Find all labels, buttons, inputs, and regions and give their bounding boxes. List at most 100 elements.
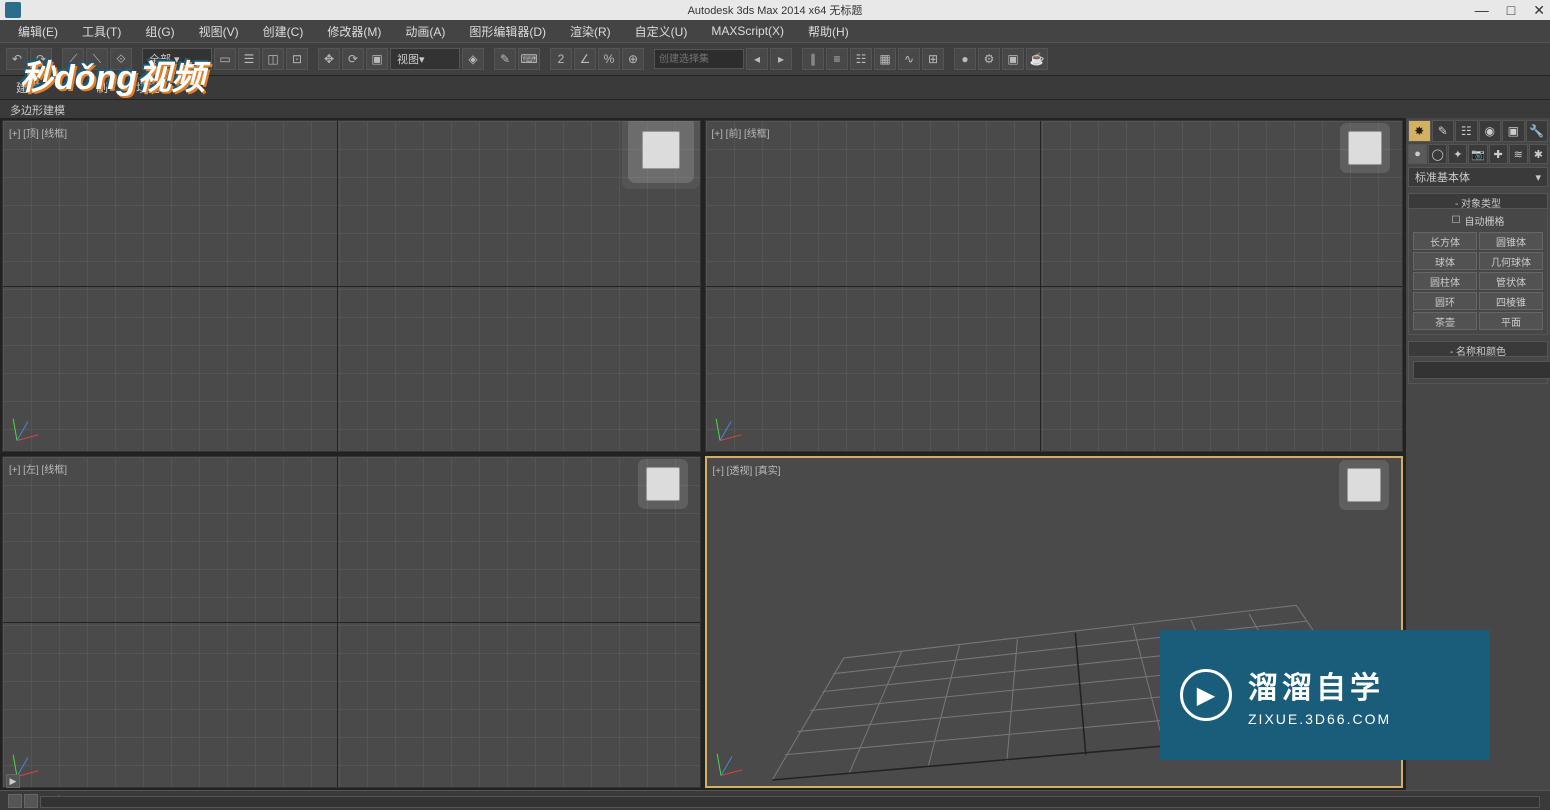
object-name-input[interactable] bbox=[1413, 361, 1550, 379]
menu-graph-editors[interactable]: 图形编辑器(D) bbox=[459, 21, 556, 42]
selset-next-button[interactable]: ▸ bbox=[770, 48, 792, 70]
menu-create[interactable]: 创建(C) bbox=[253, 21, 314, 42]
cameras-category[interactable]: 📷 bbox=[1468, 144, 1487, 164]
watermark-2-subtitle: ZIXUE.3D66.COM bbox=[1248, 711, 1391, 727]
rotate-button[interactable]: ⟳ bbox=[342, 48, 364, 70]
axis-tripod-icon bbox=[720, 411, 750, 441]
systems-category[interactable]: ✱ bbox=[1529, 144, 1548, 164]
render-setup-button[interactable]: ⚙ bbox=[978, 48, 1000, 70]
refcoord-dropdown[interactable]: 视图 ▾ bbox=[390, 48, 460, 70]
plane-button[interactable]: 平面 bbox=[1479, 312, 1543, 330]
app-logo-icon bbox=[5, 2, 21, 18]
menu-edit[interactable]: 编辑(E) bbox=[8, 21, 68, 42]
snaps-percent-button[interactable]: % bbox=[598, 48, 620, 70]
minimize-button[interactable]: — bbox=[1475, 2, 1489, 19]
viewport-front[interactable]: [+] [前] [线框] bbox=[705, 120, 1404, 452]
menu-animation[interactable]: 动画(A) bbox=[395, 21, 455, 42]
pyramid-button[interactable]: 四棱锥 bbox=[1479, 292, 1543, 310]
grid-icon bbox=[706, 121, 1403, 451]
select-region-button[interactable]: ◫ bbox=[262, 48, 284, 70]
mirror-button[interactable]: ∥ bbox=[802, 48, 824, 70]
grid-icon bbox=[3, 457, 700, 787]
ribbon-toggle-button[interactable]: ▦ bbox=[874, 48, 896, 70]
spacewarps-category[interactable]: ≋ bbox=[1509, 144, 1528, 164]
modify-tab[interactable]: ✎ bbox=[1432, 120, 1455, 142]
status-bar: 0 / 100 bbox=[0, 790, 1550, 810]
spinner-snap-button[interactable]: ⊕ bbox=[622, 48, 644, 70]
subcategory-dropdown[interactable]: 标准基本体▾ bbox=[1408, 167, 1548, 187]
viewport-front-label[interactable]: [+] [前] [线框] bbox=[712, 125, 770, 140]
maximize-button[interactable]: □ bbox=[1507, 2, 1515, 19]
menu-tools[interactable]: 工具(T) bbox=[72, 21, 131, 42]
menu-modifiers[interactable]: 修改器(M) bbox=[317, 21, 391, 42]
window-crossing-button[interactable]: ⊡ bbox=[286, 48, 308, 70]
geosphere-button[interactable]: 几何球体 bbox=[1479, 252, 1543, 270]
selset-prev-button[interactable]: ◂ bbox=[746, 48, 768, 70]
snaps-2d-button[interactable]: 2 bbox=[550, 48, 572, 70]
viewcube-icon[interactable] bbox=[642, 131, 680, 169]
timeline-config-icon[interactable] bbox=[8, 794, 22, 808]
display-tab[interactable]: ▣ bbox=[1502, 120, 1525, 142]
tube-button[interactable]: 管状体 bbox=[1479, 272, 1543, 290]
timeline-scrollbar[interactable] bbox=[40, 796, 1540, 808]
render-frame-button[interactable]: ▣ bbox=[1002, 48, 1024, 70]
shapes-category[interactable]: ◯ bbox=[1428, 144, 1447, 164]
pivot-button[interactable]: ◈ bbox=[462, 48, 484, 70]
curve-editor-button[interactable]: ∿ bbox=[898, 48, 920, 70]
named-selection-input[interactable] bbox=[654, 49, 744, 69]
box-button[interactable]: 长方体 bbox=[1413, 232, 1477, 250]
torus-button[interactable]: 圆环 bbox=[1413, 292, 1477, 310]
schematic-view-button[interactable]: ⊞ bbox=[922, 48, 944, 70]
menu-help[interactable]: 帮助(H) bbox=[798, 21, 859, 42]
snaps-angle-button[interactable]: ∠ bbox=[574, 48, 596, 70]
create-tab[interactable]: ✸ bbox=[1408, 120, 1431, 142]
scale-button[interactable]: ▣ bbox=[366, 48, 388, 70]
viewcube-icon[interactable] bbox=[646, 467, 680, 501]
utilities-tab[interactable]: 🔧 bbox=[1526, 120, 1549, 142]
cone-button[interactable]: 圆锥体 bbox=[1479, 232, 1543, 250]
material-editor-button[interactable]: ● bbox=[954, 48, 976, 70]
keyboard-shortcut-button[interactable]: ⌨ bbox=[518, 48, 540, 70]
main-toolbar: ↶ ↷ ⟋ ⟍ ⟐ 全部 ▾ ▭ ☰ ◫ ⊡ ✥ ⟳ ▣ 视图 ▾ ◈ ✎ ⌨ … bbox=[0, 42, 1550, 76]
move-button[interactable]: ✥ bbox=[318, 48, 340, 70]
teapot-button[interactable]: 茶壶 bbox=[1413, 312, 1477, 330]
viewport-top-label[interactable]: [+] [顶] [线框] bbox=[9, 125, 67, 140]
geometry-category[interactable]: ● bbox=[1408, 144, 1427, 164]
cylinder-button[interactable]: 圆柱体 bbox=[1413, 272, 1477, 290]
menu-rendering[interactable]: 渲染(R) bbox=[560, 21, 621, 42]
window-title: Autodesk 3ds Max 2014 x64 无标题 bbox=[688, 2, 863, 18]
autogrid-checkbox[interactable]: ☐ 自动栅格 bbox=[1413, 213, 1543, 228]
menu-views[interactable]: 视图(V) bbox=[189, 21, 249, 42]
viewport-perspective-label[interactable]: [+] [透视] [真实] bbox=[713, 462, 781, 477]
viewport-top[interactable]: [+] [顶] [线框] bbox=[2, 120, 701, 452]
hierarchy-tab[interactable]: ☷ bbox=[1455, 120, 1478, 142]
viewcube-icon[interactable] bbox=[1347, 468, 1381, 502]
menu-group[interactable]: 组(G) bbox=[135, 21, 184, 42]
select-object-button[interactable]: ▭ bbox=[214, 48, 236, 70]
menu-maxscript[interactable]: MAXScript(X) bbox=[701, 22, 794, 40]
timeline-key-icon[interactable] bbox=[24, 794, 38, 808]
rollout-object-type[interactable]: - 对象类型 bbox=[1408, 193, 1548, 209]
viewport-left-label[interactable]: [+] [左] [线框] bbox=[9, 461, 67, 476]
menu-customize[interactable]: 自定义(U) bbox=[625, 21, 698, 42]
timeline-play-button[interactable]: ▶ bbox=[6, 774, 20, 788]
menu-bar: 编辑(E) 工具(T) 组(G) 视图(V) 创建(C) 修改器(M) 动画(A… bbox=[0, 20, 1550, 42]
align-button[interactable]: ≡ bbox=[826, 48, 848, 70]
render-button[interactable]: ☕ bbox=[1026, 48, 1048, 70]
helpers-category[interactable]: ✚ bbox=[1489, 144, 1508, 164]
select-by-name-button[interactable]: ☰ bbox=[238, 48, 260, 70]
lights-category[interactable]: ✦ bbox=[1448, 144, 1467, 164]
manipulate-button[interactable]: ✎ bbox=[494, 48, 516, 70]
viewport-left[interactable]: [+] [左] [线框] bbox=[2, 456, 701, 788]
window-titlebar: Autodesk 3ds Max 2014 x64 无标题 — □ ✕ bbox=[0, 0, 1550, 20]
close-button[interactable]: ✕ bbox=[1533, 2, 1545, 19]
grid-icon bbox=[3, 121, 700, 451]
watermark-logo-1: 秒dǒng视频 bbox=[20, 50, 205, 99]
axis-tripod-icon bbox=[17, 411, 47, 441]
sphere-button[interactable]: 球体 bbox=[1413, 252, 1477, 270]
axis-tripod-icon bbox=[721, 746, 751, 776]
viewcube-icon[interactable] bbox=[1348, 131, 1382, 165]
motion-tab[interactable]: ◉ bbox=[1479, 120, 1502, 142]
rollout-name-color[interactable]: - 名称和颜色 bbox=[1408, 341, 1548, 357]
layers-button[interactable]: ☷ bbox=[850, 48, 872, 70]
